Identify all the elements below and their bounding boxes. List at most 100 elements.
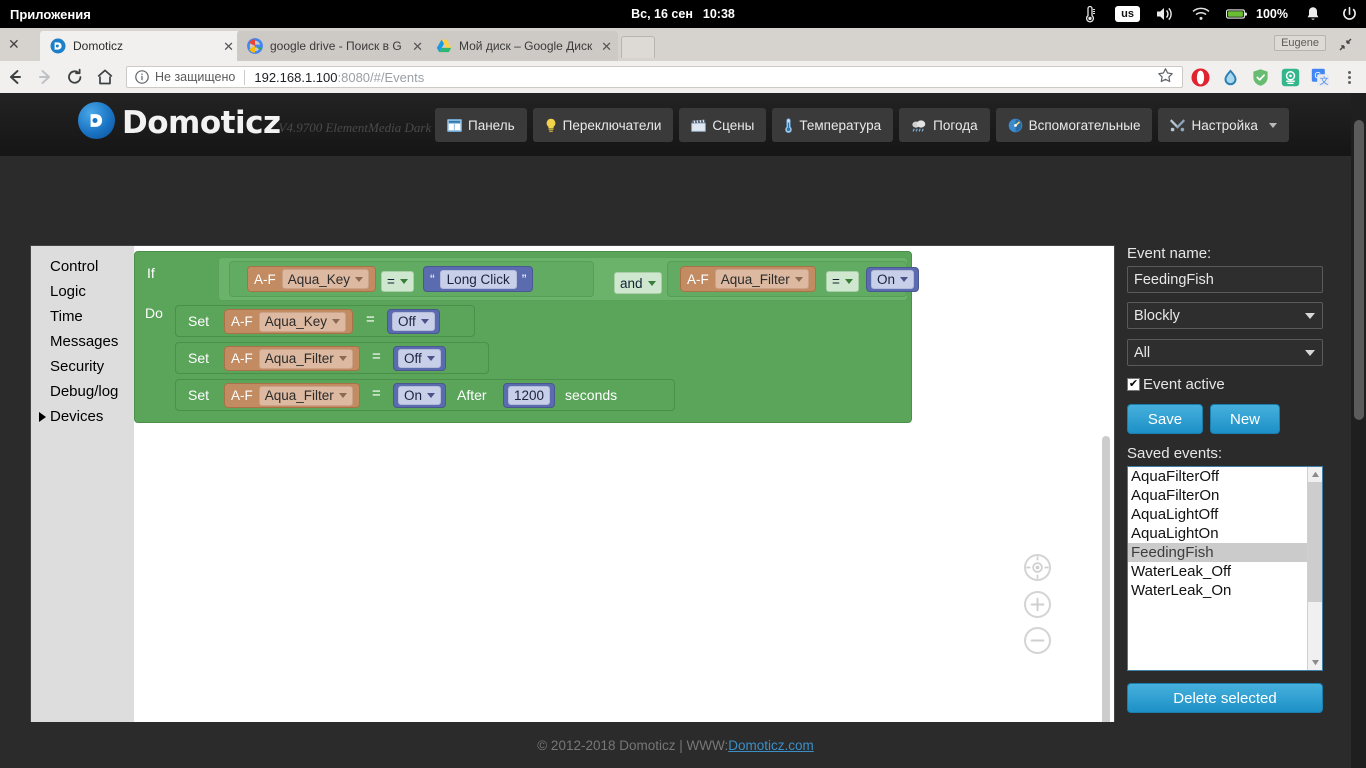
menu-item-utility[interactable]: Вспомогательные [995, 108, 1153, 142]
device-field-1[interactable]: A-F Aqua_Key [247, 266, 377, 292]
browser-tab-1[interactable]: google drive - Поиск в G ✕ [237, 31, 429, 61]
keyboard-layout-indicator[interactable]: us [1115, 5, 1141, 23]
page-scrollbar-thumb[interactable] [1354, 120, 1364, 420]
list-item[interactable]: AquaFilterOn [1128, 486, 1322, 505]
menu-item-temperature[interactable]: Температура [772, 108, 894, 142]
zoom-in-icon[interactable] [1024, 591, 1051, 618]
text-value[interactable]: Long Click [439, 269, 517, 289]
device-dropdown[interactable]: Aqua_Key [281, 269, 370, 289]
chrome-menu-icon[interactable] [1341, 70, 1357, 84]
blockly-action-1[interactable]: Set A-F Aqua_Key = Off [175, 305, 475, 337]
delete-selected-button[interactable]: Delete selected [1127, 683, 1323, 713]
device-dropdown[interactable]: Aqua_Filter [258, 385, 353, 406]
new-tab-button[interactable] [621, 36, 655, 58]
page-scrollbar[interactable] [1351, 93, 1366, 768]
google-translate-icon[interactable]: G文 [1311, 68, 1330, 87]
state-block-2[interactable]: On [866, 267, 920, 292]
os-clock[interactable]: Вс, 16 сен 10:38 [631, 7, 735, 21]
save-button[interactable]: Save [1127, 404, 1203, 434]
list-item-selected[interactable]: FeedingFish [1128, 543, 1322, 562]
state-dropdown[interactable]: On [398, 386, 442, 405]
window-minimize-icon[interactable] [1339, 38, 1352, 51]
blockly-condition-2[interactable]: A-F Aqua_Filter = On [667, 261, 920, 297]
toolbox-category-devices[interactable]: Devices [31, 404, 134, 429]
delay-block[interactable]: 1200 [503, 383, 556, 408]
new-button[interactable]: New [1210, 404, 1280, 434]
toolbox-category-control[interactable]: Control [31, 254, 134, 279]
thermometer-icon[interactable] [1079, 3, 1101, 25]
menu-item-settings[interactable]: Настройка [1158, 108, 1289, 142]
text-value-block-1[interactable]: “ Long Click ” [423, 266, 534, 292]
saved-events-scrollbar[interactable] [1307, 467, 1322, 670]
info-circle-icon[interactable] [135, 70, 149, 84]
app-brand[interactable]: Domoticz V4.9700 ElementMedia Dark v0.3 [78, 102, 456, 139]
toolbox-category-security[interactable]: Security [31, 354, 134, 379]
wifi-icon[interactable] [1190, 3, 1212, 25]
blockly-condition-1[interactable]: A-F Aqua_Key = “ Long Click ” [229, 261, 594, 297]
opera-vpn-icon[interactable] [1191, 68, 1210, 87]
bell-icon[interactable] [1302, 3, 1324, 25]
forward-button[interactable] [30, 62, 60, 92]
device-field[interactable]: A-F Aqua_Filter [224, 383, 360, 408]
browser-tab-2[interactable]: Мой диск – Google Диск ✕ [426, 31, 618, 61]
state-dropdown[interactable]: On [871, 270, 915, 289]
list-item[interactable]: AquaLightOn [1128, 524, 1322, 543]
blockly-editor[interactable]: Control Logic Time Messages Security Deb… [30, 245, 1115, 768]
zoom-out-icon[interactable] [1024, 627, 1051, 654]
home-button[interactable] [90, 62, 120, 92]
comparison-operator-2[interactable]: = [826, 271, 859, 292]
device-field[interactable]: A-F Aqua_Key [224, 309, 354, 334]
back-button[interactable] [0, 62, 30, 92]
scroll-up-icon[interactable] [1308, 467, 1322, 482]
delay-value[interactable]: 1200 [508, 386, 551, 405]
green-circle-icon[interactable] [1281, 68, 1300, 87]
battery-icon[interactable] [1226, 3, 1248, 25]
state-block[interactable]: On [393, 383, 447, 408]
join-operator[interactable]: and [614, 272, 662, 294]
menu-item-switches[interactable]: Переключатели [532, 108, 674, 142]
drop-icon[interactable] [1221, 68, 1240, 87]
device-dropdown[interactable]: Aqua_Key [258, 311, 347, 332]
scrollbar-thumb[interactable] [1308, 482, 1322, 602]
blockly-action-2[interactable]: Set A-F Aqua_Filter = Off [175, 342, 489, 374]
close-tab-icon[interactable]: ✕ [412, 40, 423, 53]
menu-item-scenes[interactable]: Сцены [679, 108, 767, 142]
device-field-2[interactable]: A-F Aqua_Filter [680, 266, 816, 292]
event-active-row[interactable]: ✔ Event active [1127, 376, 1327, 393]
applications-menu[interactable]: Приложения [0, 7, 91, 22]
list-item[interactable]: AquaLightOff [1128, 505, 1322, 524]
state-block[interactable]: Off [393, 346, 446, 371]
device-field[interactable]: A-F Aqua_Filter [224, 346, 360, 371]
menu-item-weather[interactable]: Погода [899, 108, 990, 142]
volume-icon[interactable] [1154, 3, 1176, 25]
close-tab-icon[interactable]: ✕ [223, 40, 234, 53]
list-item[interactable]: WaterLeak_On [1128, 581, 1322, 600]
event-filter-select[interactable]: All [1127, 339, 1323, 366]
toolbox-category-logic[interactable]: Logic [31, 279, 134, 304]
editor-type-select[interactable]: Blockly [1127, 302, 1323, 329]
state-block[interactable]: Off [387, 309, 440, 334]
address-bar[interactable]: Не защищено 192.168.1.100:8080/#/Events [126, 66, 1183, 88]
event-name-input[interactable] [1127, 266, 1323, 293]
domoticz-website-link[interactable]: Domoticz.com [728, 738, 814, 753]
list-item[interactable]: AquaFilterOff [1128, 467, 1322, 486]
close-tab-icon[interactable]: ✕ [601, 40, 612, 53]
scroll-down-icon[interactable] [1308, 655, 1322, 670]
toolbox-category-time[interactable]: Time [31, 304, 134, 329]
device-dropdown[interactable]: Aqua_Filter [714, 269, 809, 289]
bookmark-star-icon[interactable] [1157, 67, 1174, 87]
browser-profile-chip[interactable]: Eugene [1274, 35, 1326, 51]
adguard-shield-icon[interactable] [1251, 68, 1270, 87]
power-icon[interactable] [1338, 3, 1360, 25]
device-dropdown[interactable]: Aqua_Filter [258, 348, 353, 369]
window-close-icon[interactable]: ✕ [8, 36, 20, 53]
list-item[interactable]: WaterLeak_Off [1128, 562, 1322, 581]
workspace-vertical-scrollbar[interactable] [1102, 436, 1110, 756]
reload-button[interactable] [60, 62, 90, 92]
browser-tab-0[interactable]: Domoticz ✕ [40, 31, 240, 61]
state-dropdown[interactable]: Off [392, 312, 435, 331]
blockly-workspace[interactable]: If Do A-F Aqua_Key = “ Long Click ” and … [134, 246, 1114, 768]
toolbox-category-debug-log[interactable]: Debug/log [31, 379, 134, 404]
menu-item-dashboard[interactable]: Панель [435, 108, 527, 142]
event-active-checkbox[interactable]: ✔ [1127, 378, 1140, 391]
